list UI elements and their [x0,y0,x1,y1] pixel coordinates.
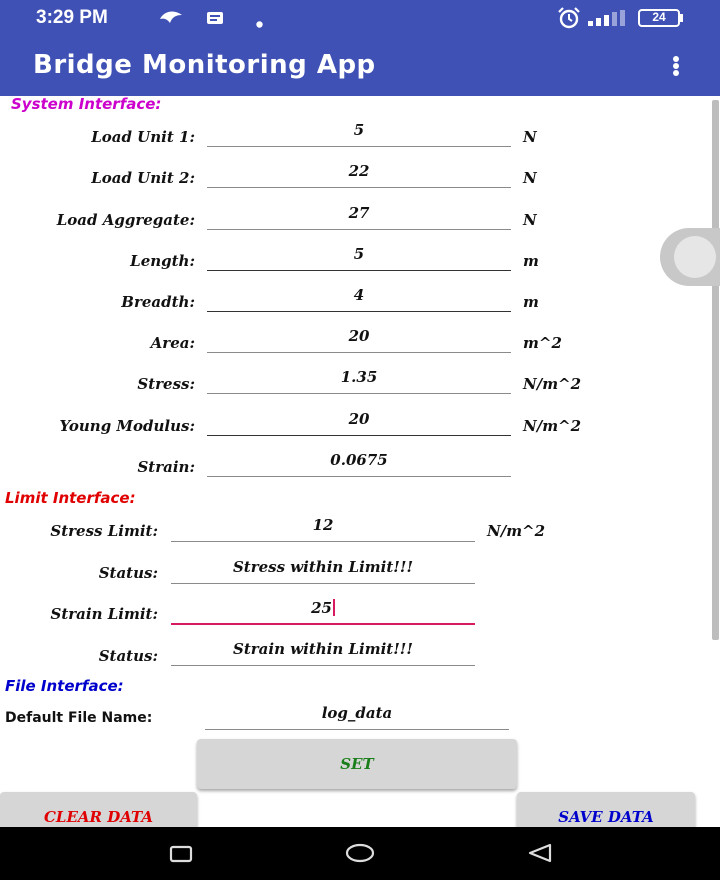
more-vert-icon[interactable] [668,54,684,78]
system-row-unit: m [523,293,539,311]
system-row-label: Load Unit 2: [91,169,195,187]
system-row-field[interactable]: 5 [207,117,511,147]
file-name-field[interactable]: log_data [205,700,509,730]
system-row-unit: N [523,128,537,146]
file-name-label: Default File Name: [5,710,153,726]
system-row-field[interactable]: 20 [207,406,511,436]
system-row-field[interactable]: 4 [207,282,511,312]
strain-limit-label: Strain Limit: [50,605,159,623]
clear-data-button[interactable]: CLEAR DATA [0,792,197,827]
system-row-field[interactable]: 1.35 [207,364,511,394]
system-row-unit: N/m^2 [523,375,582,393]
system-row-field[interactable]: 0.0675 [207,447,511,477]
set-button[interactable]: SET [197,739,517,789]
system-row-label: Strain: [137,458,195,476]
system-row-label: Load Aggregate: [56,211,195,229]
system-row-unit: m^2 [523,334,562,352]
save-data-button[interactable]: SAVE DATA [517,792,695,827]
system-row-label: Stress: [137,375,195,393]
scrollbar[interactable] [712,100,719,640]
stress-limit-field[interactable]: 12 [171,512,475,542]
home-icon[interactable] [344,842,376,868]
signal-icon [588,10,626,31]
assistive-touch-button[interactable] [660,228,720,286]
system-row-field[interactable]: 20 [207,323,511,353]
system-row-unit: N [523,169,537,187]
strain-status-label: Status: [98,647,158,665]
file-interface-title: File Interface: [5,677,124,695]
form-content[interactable]: System Interface: Load Unit 1: 5 N Load Uni… [0,96,720,827]
back-icon[interactable] [526,842,554,868]
system-row-field[interactable]: 5 [207,241,511,271]
system-row-field[interactable]: 27 [207,200,511,230]
battery-level: 24 [652,10,666,24]
battery-icon: 24 [638,9,684,27]
stress-status-field[interactable]: Stress within Limit!!! [171,554,475,584]
system-row-label: Load Unit 1: [91,128,195,146]
text-cursor [332,599,335,616]
system-interface-title: System Interface: [11,96,162,113]
app-bar: Bridge Monitoring App [0,36,720,96]
system-row-unit: N/m^2 [523,417,582,435]
recents-icon[interactable] [169,845,193,867]
navigation-bar [0,827,720,880]
stress-status-label: Status: [98,564,158,582]
system-row-unit: m [523,252,539,270]
assistive-touch-inner [674,236,716,278]
strain-status-field[interactable]: Strain within Limit!!! [171,636,475,666]
strain-limit-value: 25 [311,599,332,617]
strain-limit-field[interactable]: 25 [171,595,475,625]
status-time: 3:29 PM [36,7,108,28]
app-title: Bridge Monitoring App [33,50,376,80]
message-icon [206,11,224,30]
dot-icon [256,15,263,33]
system-row-field[interactable]: 22 [207,158,511,188]
system-row-unit: N [523,211,537,229]
system-row-label: Length: [130,252,195,270]
alarm-icon [557,7,581,34]
limit-interface-title: Limit Interface: [5,489,136,507]
system-row-label: Breadth: [121,293,195,311]
stress-limit-unit: N/m^2 [487,522,546,540]
stress-limit-label: Stress Limit: [50,522,158,540]
bird-icon [158,9,184,32]
system-row-label: Young Modulus: [59,417,195,435]
status-bar: 3:29 PM 24 [0,0,720,36]
system-row-label: Area: [150,334,195,352]
